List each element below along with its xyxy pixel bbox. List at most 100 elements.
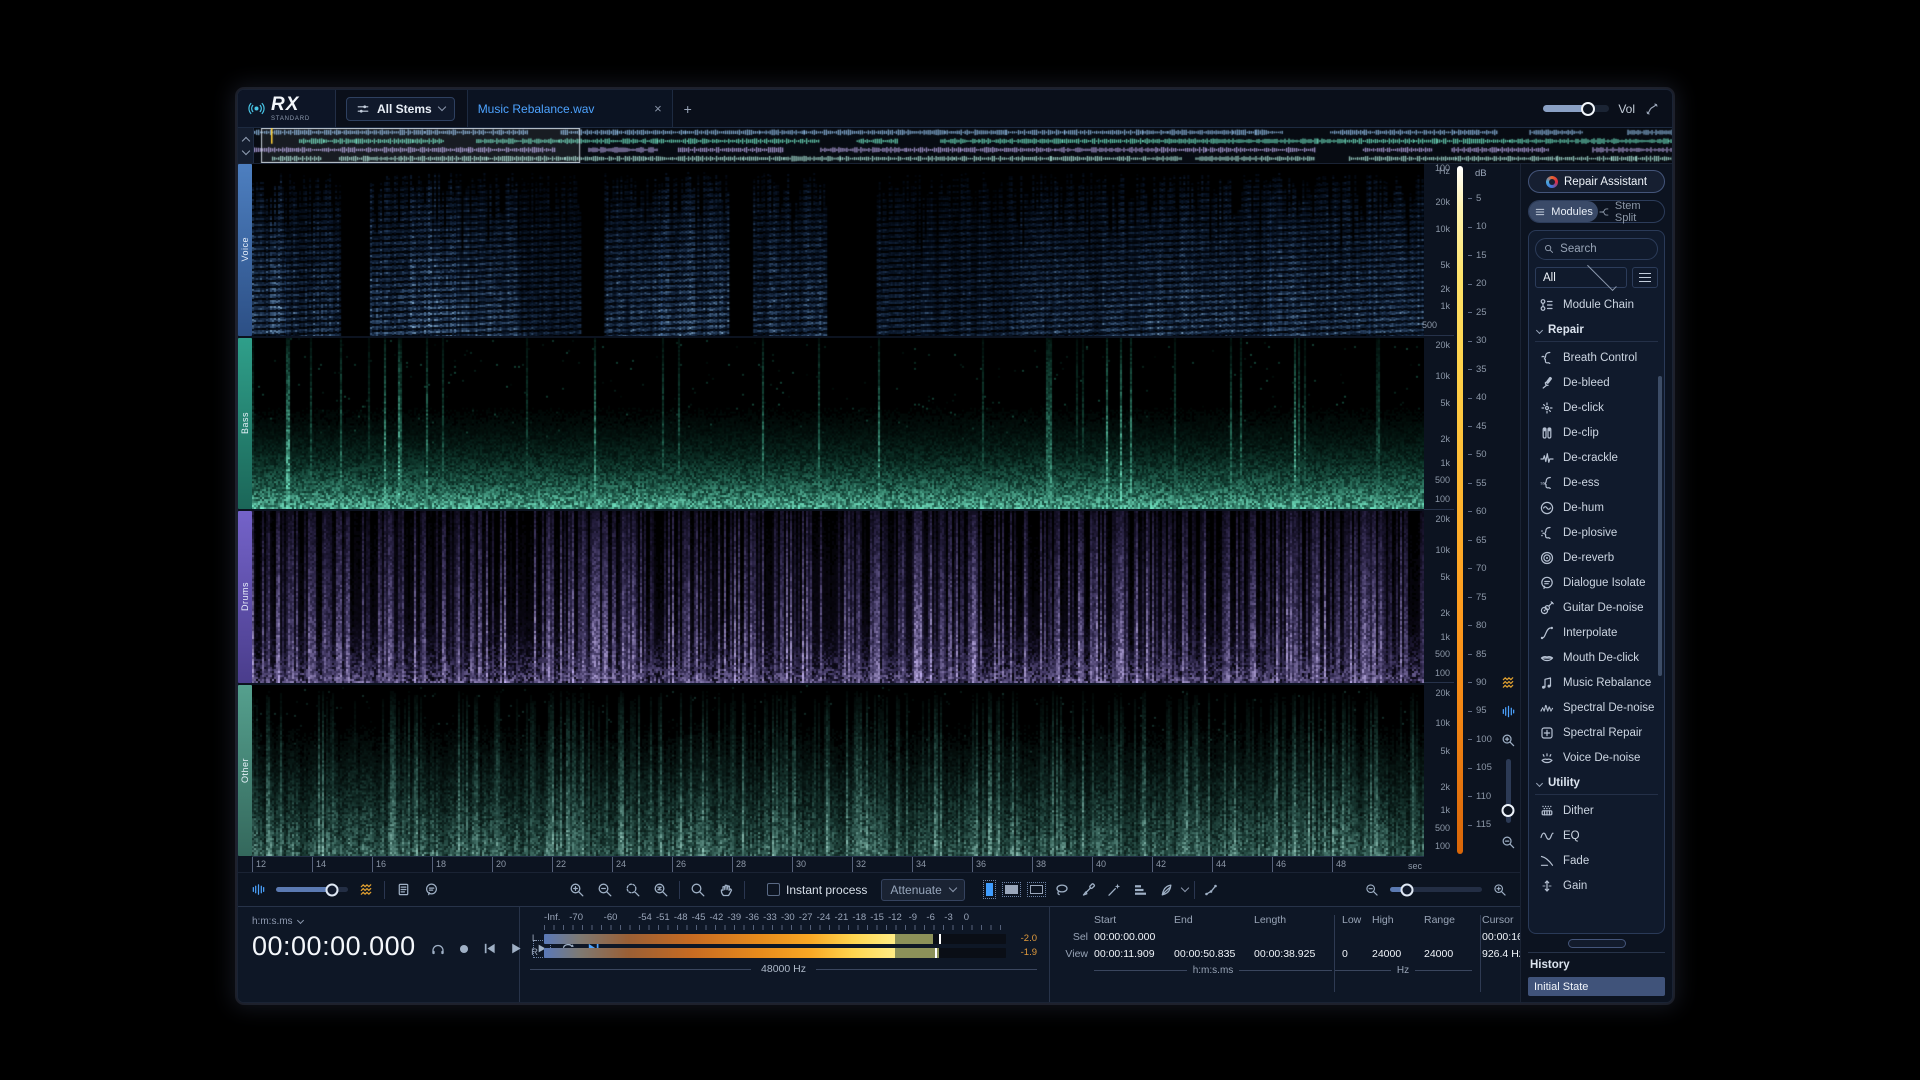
zoom-in-horizontal-icon[interactable] — [1490, 880, 1510, 900]
waveform-view-icon[interactable] — [1498, 701, 1518, 721]
horizontal-zoom-thumb[interactable] — [1400, 883, 1413, 896]
module-item-spectral-repair[interactable]: Spectral Repair — [1535, 720, 1658, 745]
feather-tool-icon[interactable] — [1156, 880, 1176, 900]
zoom-in-icon[interactable] — [567, 880, 587, 900]
module-item-de-ess[interactable]: ss De-ess — [1535, 470, 1658, 495]
levels-tool-icon[interactable] — [1130, 880, 1150, 900]
module-item-de-crackle[interactable]: De-crackle — [1535, 445, 1658, 470]
volume-slider[interactable] — [1543, 105, 1609, 112]
spectrogram-voice[interactable] — [252, 164, 1424, 336]
time-frequency-selection-tool[interactable] — [1002, 882, 1021, 897]
lasso-tool-icon[interactable] — [1052, 880, 1072, 900]
spectrogram-settings-icon[interactable] — [356, 880, 376, 900]
category-filter-dropdown[interactable]: All — [1535, 267, 1627, 288]
free-selection-tool[interactable] — [1027, 882, 1046, 897]
module-item-de-clip[interactable]: De-clip — [1535, 420, 1658, 445]
list-options-button[interactable] — [1632, 267, 1658, 288]
clipboard-icon[interactable] — [393, 880, 413, 900]
repair-assistant-button[interactable]: Repair Assistant — [1528, 170, 1665, 193]
module-item-de-bleed[interactable]: De-bleed — [1535, 370, 1658, 395]
horizontal-zoom-slider[interactable] — [1390, 887, 1482, 892]
selection-info-panel: Start End Length Low High Range Cursor S… — [1050, 907, 1520, 1002]
module-item-de-click[interactable]: De-click — [1535, 395, 1658, 420]
zoom-reset-icon[interactable] — [651, 880, 671, 900]
zoom-out-horizontal-icon[interactable] — [1362, 880, 1382, 900]
module-list-scrollbar[interactable] — [1658, 376, 1662, 676]
zoom-out-vertical-icon[interactable] — [1498, 832, 1518, 852]
module-item-voice-de-noise[interactable]: Voice De-noise — [1535, 745, 1658, 770]
new-tab-button[interactable]: + — [673, 90, 703, 127]
gain-icon — [1538, 877, 1555, 894]
module-item-interpolate[interactable]: Interpolate — [1535, 620, 1658, 645]
time-selection-tool[interactable] — [983, 880, 996, 899]
module-item-eq[interactable]: EQ — [1535, 823, 1658, 848]
module-item-de-plosive[interactable]: De-plosive — [1535, 520, 1658, 545]
module-item-spectral-de-noise[interactable]: Spectral De-noise — [1535, 695, 1658, 720]
module-item-dither[interactable]: Dither — [1535, 798, 1658, 823]
db-scale: dB 5101520253035404550556065707580859095… — [1466, 164, 1496, 856]
stem-strip-bass[interactable]: Bass — [238, 338, 252, 510]
module-item-guitar-de-noise[interactable]: Guitar De-noise — [1535, 595, 1658, 620]
section-repair[interactable]: Repair — [1535, 319, 1658, 342]
time-tick-label: 16 — [372, 857, 432, 872]
section-utility[interactable]: Utility — [1535, 772, 1658, 795]
module-item-mouth-de-click[interactable]: Mouth De-click — [1535, 645, 1658, 670]
level-meters[interactable]: -Inf.-70-60-54-51-48-45-42-39-36-33-30-2… — [520, 907, 1050, 1002]
vertical-zoom-slider[interactable] — [1506, 759, 1511, 823]
freq-tick-label: 1k — [1440, 806, 1450, 815]
magnifier-tool-icon[interactable] — [688, 880, 708, 900]
tab-close-icon[interactable]: × — [654, 101, 662, 116]
module-item-fade[interactable]: Fade — [1535, 848, 1658, 873]
module-item-de-hum[interactable]: De-hum — [1535, 495, 1658, 520]
search-input[interactable] — [1560, 243, 1649, 255]
spectrogram-waveform-blend-slider[interactable] — [276, 887, 348, 892]
instant-process-checkbox[interactable] — [767, 883, 780, 896]
nodes-tool-icon[interactable] — [1201, 880, 1221, 900]
comment-icon[interactable] — [421, 880, 441, 900]
monitor-icon[interactable] — [429, 940, 447, 958]
overview-resize-handle[interactable] — [238, 128, 254, 163]
tab-stem-split[interactable]: Stem Split — [1598, 201, 1664, 222]
output-routing-icon[interactable] — [1644, 101, 1660, 117]
zoom-selection-icon[interactable] — [623, 880, 643, 900]
volume-slider-thumb[interactable] — [1581, 102, 1595, 116]
spectrogram-other[interactable] — [252, 685, 1424, 857]
stem-name: Bass — [240, 412, 250, 434]
module-item-de-reverb[interactable]: De-reverb — [1535, 545, 1658, 570]
spectrogram-drums[interactable] — [252, 511, 1424, 683]
zoom-out-icon[interactable] — [595, 880, 615, 900]
module-item-breath-control[interactable]: Breath Control — [1535, 345, 1658, 370]
stems-dropdown[interactable]: All Stems — [346, 97, 455, 121]
return-to-start-button[interactable] — [481, 940, 499, 958]
brush-tool-icon[interactable] — [1078, 880, 1098, 900]
time-tick-label: 24 — [612, 857, 672, 872]
stem-strip-voice[interactable]: Voice — [238, 164, 252, 336]
stem-strip-drums[interactable]: Drums — [238, 511, 252, 683]
db-tick-label: 90 — [1468, 678, 1496, 688]
magic-wand-tool-icon[interactable] — [1104, 880, 1124, 900]
svg-text:ss: ss — [1540, 480, 1545, 485]
hand-tool-icon[interactable] — [716, 880, 736, 900]
process-mode-dropdown[interactable]: Attenuate — [881, 879, 964, 901]
chevron-down-icon — [1587, 261, 1616, 290]
module-item-music-rebalance[interactable]: Music Rebalance — [1535, 670, 1658, 695]
vertical-zoom-thumb[interactable] — [1502, 804, 1515, 817]
history-item-initial-state[interactable]: Initial State — [1528, 977, 1665, 996]
file-tab[interactable]: Music Rebalance.wav × — [467, 90, 673, 127]
spectrogram-bass[interactable] — [252, 338, 1424, 510]
record-button[interactable] — [455, 940, 473, 958]
tab-modules[interactable]: Modules — [1529, 201, 1598, 222]
blend-slider-thumb[interactable] — [326, 883, 339, 896]
stem-strip-other[interactable]: Other — [238, 685, 252, 857]
module-item-dialogue-isolate[interactable]: Dialogue Isolate — [1535, 570, 1658, 595]
overview-waveform[interactable] — [254, 128, 1672, 163]
chevron-down-icon — [297, 917, 304, 924]
feather-dropdown-caret[interactable] — [1181, 884, 1189, 892]
module-item-module-chain[interactable]: Module Chain — [1535, 292, 1658, 317]
waveform-blend-icon[interactable] — [248, 880, 268, 900]
time-format-dropdown[interactable]: h:m:s.ms — [252, 916, 507, 927]
panel-resize-handle[interactable] — [1568, 939, 1626, 948]
zoom-in-vertical-icon[interactable] — [1498, 730, 1518, 750]
module-item-gain[interactable]: Gain — [1535, 873, 1658, 898]
spectrogram-view-icon[interactable] — [1498, 672, 1518, 692]
